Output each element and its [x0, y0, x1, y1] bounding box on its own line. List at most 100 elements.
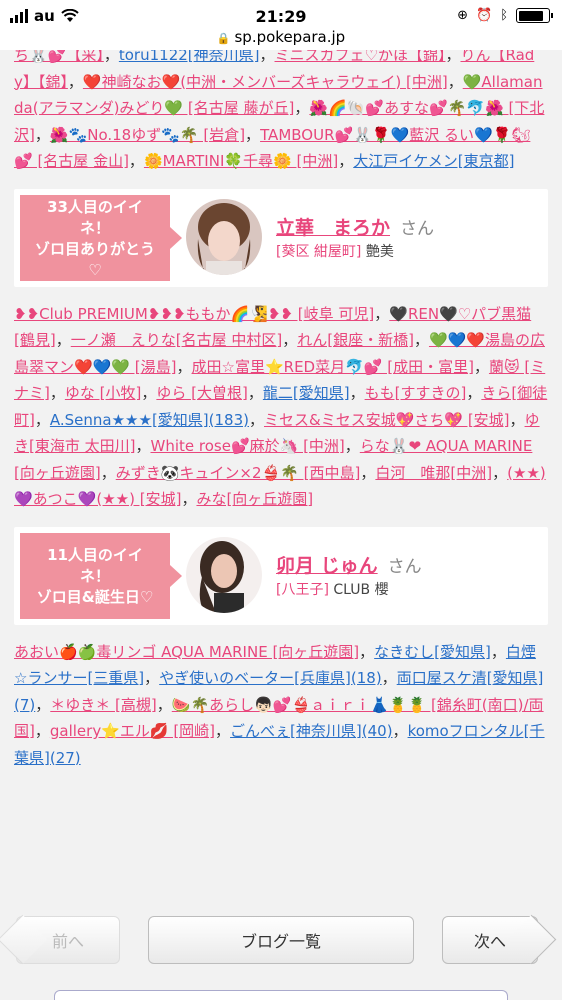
- footer-box: [54, 990, 508, 1000]
- liker-link[interactable]: ＊ゆき＊ [高槻]: [50, 696, 156, 714]
- milestone-card-2[interactable]: 11人目のイイ ネ！ ゾロ目&誕生日♡ 卯月 じゅん さん [八王子] CLUB…: [14, 526, 548, 625]
- blog-list-label: ブログ一覧: [240, 932, 321, 951]
- liker-link[interactable]: もも[すすきの]: [365, 384, 467, 402]
- likes-list-middle: ❥❥Club PREMIUM❥❥❥ももか🌈🧏❥❥ [岐阜 可児]，🖤REN🖤♡パ…: [0, 301, 562, 513]
- badge-line: 33人目のイイ: [47, 197, 143, 216]
- liker-link[interactable]: A.Senna★★★[愛知県](183): [50, 411, 249, 429]
- separator: ，: [248, 410, 264, 429]
- shop-name: 艶美: [365, 243, 394, 260]
- separator: ，: [156, 695, 172, 714]
- separator: ，: [490, 642, 506, 661]
- badge-line: ネ！: [79, 218, 110, 237]
- badge-line: ゾロ目&誕生日♡: [36, 587, 154, 606]
- blog-list-button[interactable]: ブログ一覧: [148, 916, 414, 964]
- separator: ，: [392, 722, 408, 740]
- liker-link[interactable]: なきむし[愛知県]: [374, 643, 491, 661]
- milestone-badge: 33人目のイイ ネ！ ゾロ目ありがとう ♡: [20, 194, 182, 281]
- prev-label: 前へ: [51, 932, 84, 951]
- milestone-card-1[interactable]: 33人目のイイ ネ！ ゾロ目ありがとう ♡ 立華 まろか さん [葵区 紺屋町]…: [14, 188, 548, 287]
- separator: ，: [34, 125, 50, 144]
- honorific: さん: [400, 218, 435, 239]
- battery-icon: [516, 8, 553, 23]
- liker-link[interactable]: ミセス&ミセス安城💖さち💖 [安城]: [264, 411, 510, 429]
- separator: ，: [55, 331, 71, 349]
- separator: ，: [144, 669, 160, 687]
- badge-line: 11人目のイイ: [47, 545, 143, 564]
- separator: ，: [344, 437, 360, 455]
- separator: ，: [247, 384, 263, 402]
- liker-link[interactable]: あおい🍎🍏毒リンゴ AQUA MARINE [向ヶ丘遊園]: [14, 643, 359, 661]
- liker-link[interactable]: ごんべぇ[神奈川県](40): [230, 722, 393, 740]
- badge-line: ネ！: [79, 566, 110, 585]
- liker-link[interactable]: gallery⭐エル💋 [岡崎]: [50, 722, 215, 740]
- separator: ，: [103, 50, 119, 64]
- badge-line: ゾロ目ありがとう: [34, 239, 155, 258]
- prev-button[interactable]: 前へ: [16, 916, 120, 964]
- separator: ，: [349, 384, 365, 402]
- separator: ，: [445, 50, 461, 64]
- separator: ，: [338, 152, 354, 170]
- separator: ，: [128, 152, 144, 170]
- liker-link[interactable]: れん[銀座・新橋]: [297, 331, 414, 349]
- badge-line: ♡: [88, 260, 102, 279]
- liker-link[interactable]: 一ノ瀬 えりな[名古屋 中村区]: [71, 331, 282, 349]
- liker-link[interactable]: 龍二[愛知県]: [263, 384, 350, 402]
- rotation-lock-icon: ⊕: [457, 8, 468, 23]
- separator: ，: [381, 669, 397, 687]
- alarm-icon: ⏰: [476, 8, 493, 23]
- shop-area: [葵区 紺屋町]: [276, 243, 362, 260]
- separator: ，: [492, 463, 508, 482]
- pagination-bar: 前へ ブログ一覧 次へ: [0, 902, 562, 1000]
- likes-list-bottom: あおい🍎🍏毒リンゴ AQUA MARINE [向ヶ丘遊園]，なきむし[愛知県]，…: [0, 639, 562, 772]
- url-text: sp.pokepara.jp: [234, 28, 346, 46]
- separator: ，: [466, 384, 482, 402]
- liker-link[interactable]: やぎ使いのベーター[兵庫県](18): [159, 669, 382, 687]
- liker-link[interactable]: 成田☆富里⭐RED菜月🐬💕 [成田・富里]: [192, 358, 474, 376]
- milestone-badge: 11人目のイイ ネ！ ゾロ目&誕生日♡: [20, 532, 182, 619]
- shop-name: CLUB 櫻: [333, 581, 389, 598]
- liker-link[interactable]: 大江戸イケメン[東京都]: [353, 152, 514, 170]
- separator: ，: [245, 125, 261, 144]
- liker-link[interactable]: ミニスカフェ♡かほ【錦】: [275, 50, 446, 64]
- separator: ，: [447, 72, 463, 91]
- liker-link[interactable]: みずき🐼キュイン×2👙🌴 [西中島]: [116, 464, 361, 482]
- liker-link[interactable]: みな[向ヶ丘遊園]: [196, 490, 313, 508]
- likes-list-top: ち🐰💕【采】，toru1122[神奈川県]，ミニスカフェ♡かほ【錦】，りん【Ra…: [0, 50, 562, 175]
- separator: ，: [509, 410, 525, 429]
- cast-name-link[interactable]: 立華 まろか: [276, 217, 390, 239]
- bluetooth-icon: ᛒ: [500, 8, 508, 23]
- next-label: 次へ: [473, 932, 506, 951]
- page-content[interactable]: ち🐰💕【采】，toru1122[神奈川県]，ミニスカフェ♡かほ【錦】，りん【Ra…: [0, 50, 562, 902]
- liker-link[interactable]: ❥❥Club PREMIUM❥❥❥ももか🌈🧏❥❥ [岐阜 可児]: [14, 305, 374, 323]
- separator: ，: [359, 642, 375, 661]
- honorific: さん: [387, 556, 422, 577]
- avatar[interactable]: [186, 536, 262, 613]
- liker-link[interactable]: toru1122[神奈川県]: [119, 50, 260, 64]
- liker-link[interactable]: ❤️神崎なお❤️(中洲・メンバーズキャラウェイ) [中洲]: [83, 73, 448, 91]
- separator: ，: [141, 384, 157, 402]
- separator: ，: [100, 463, 116, 482]
- separator: ，: [413, 331, 429, 349]
- separator: ，: [215, 722, 231, 740]
- liker-link[interactable]: White rose💕麻於🦄 [中洲]: [151, 437, 345, 455]
- next-button[interactable]: 次へ: [442, 916, 538, 964]
- liker-link[interactable]: 🌺🐾No.18ゆず🐾🌴 [岩倉]: [50, 126, 245, 144]
- liker-link[interactable]: 🌼MARTINI🍀千尋🌼 [中洲]: [144, 152, 338, 170]
- separator: ，: [67, 72, 83, 91]
- separator: ，: [35, 695, 51, 714]
- separator: ，: [374, 304, 390, 323]
- separator: ，: [135, 437, 151, 455]
- liker-link[interactable]: ち🐰💕【采】: [14, 50, 104, 64]
- separator: ，: [282, 331, 298, 349]
- liker-link[interactable]: ゆな [小牧]: [65, 384, 141, 402]
- separator: ，: [259, 50, 275, 64]
- avatar[interactable]: [186, 198, 262, 275]
- liker-link[interactable]: ゆら [大曽根]: [156, 384, 247, 402]
- liker-link[interactable]: 白河 唯那[中洲]: [375, 464, 492, 482]
- lock-icon: 🔒: [216, 32, 231, 45]
- separator: ，: [294, 99, 310, 117]
- separator: ，: [34, 410, 50, 429]
- separator: ，: [360, 463, 376, 482]
- cast-name-link[interactable]: 卯月 じゅん: [276, 555, 378, 577]
- separator: ，: [473, 357, 489, 376]
